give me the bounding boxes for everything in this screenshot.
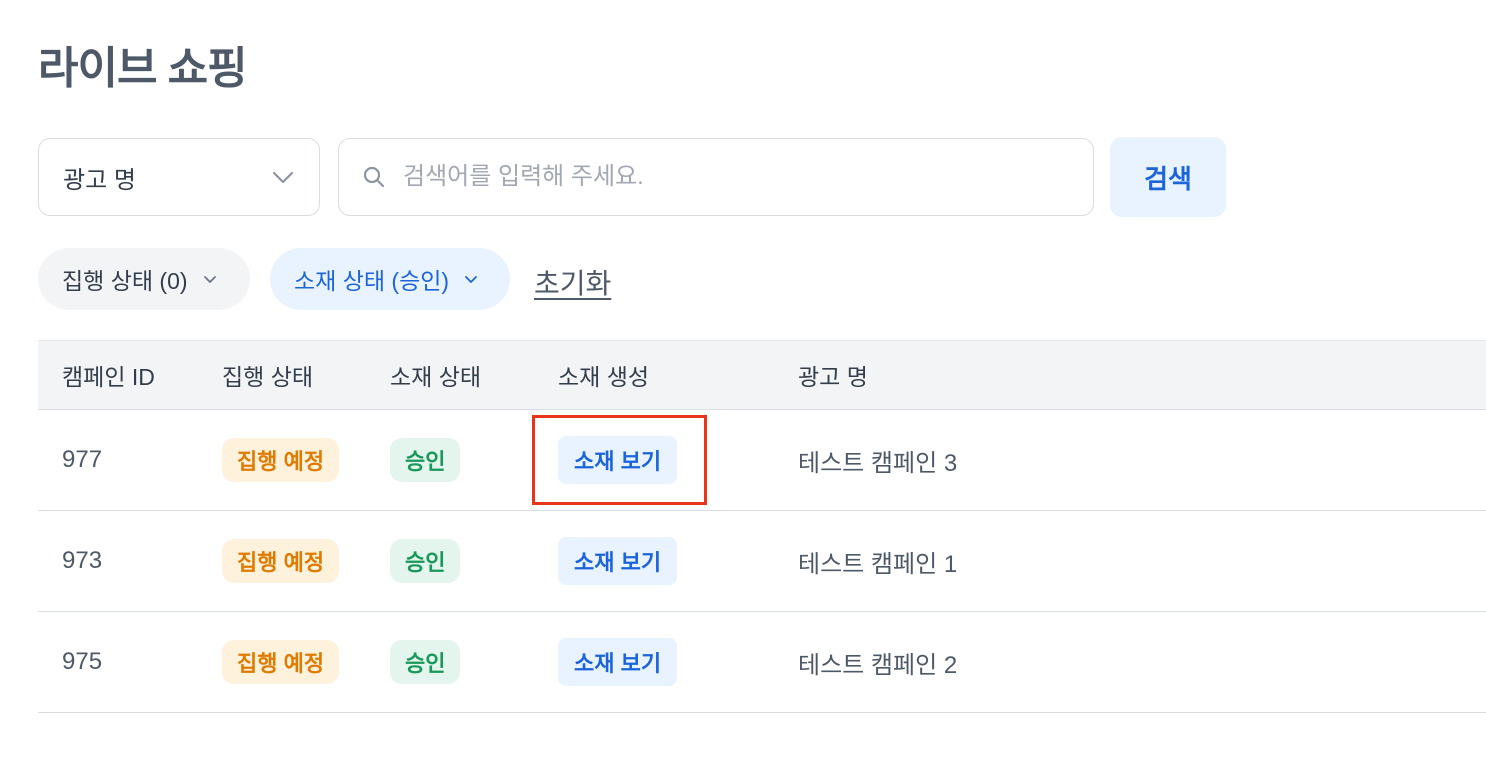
filter-chip-material-status[interactable]: 소재 상태 (승인) xyxy=(270,248,510,310)
table-header: 캠페인 ID 집행 상태 소재 상태 소재 생성 광고 명 xyxy=(38,340,1486,410)
chevron-down-icon xyxy=(465,276,477,283)
ad-name-cell: 테스트 캠페인 3 xyxy=(798,449,958,477)
column-header-material-create[interactable]: 소재 생성 xyxy=(558,341,649,409)
campaign-id-cell: 977 xyxy=(62,446,103,473)
exec-status-badge: 집행 예정 xyxy=(222,438,340,482)
table-row: 975 집행 예정 승인 소재 보기 테스트 캠페인 2 xyxy=(38,612,1486,713)
search-field-select-value: 광고 명 xyxy=(63,166,136,194)
material-status-badge: 승인 xyxy=(390,438,461,482)
view-material-button[interactable]: 소재 보기 xyxy=(558,638,678,686)
campaign-id-cell: 973 xyxy=(62,547,103,574)
filter-chip-label: 소재 상태 (승인) xyxy=(294,268,450,294)
page-title: 라이브 쇼핑 xyxy=(38,44,248,93)
column-header-campaign-id[interactable]: 캠페인 ID xyxy=(62,341,155,409)
column-header-exec-status[interactable]: 집행 상태 xyxy=(222,341,313,409)
exec-status-badge: 집행 예정 xyxy=(222,539,340,583)
view-material-button[interactable]: 소재 보기 xyxy=(558,436,678,484)
chevron-down-icon xyxy=(272,171,294,184)
reset-link[interactable]: 초기화 xyxy=(534,262,611,302)
filter-chip-exec-status[interactable]: 집행 상태 (0) xyxy=(38,248,250,310)
search-field-select[interactable]: 광고 명 xyxy=(38,138,320,216)
search-button[interactable]: 검색 xyxy=(1110,137,1226,217)
ad-name-cell: 테스트 캠페인 2 xyxy=(798,651,958,679)
view-material-button[interactable]: 소재 보기 xyxy=(558,537,678,585)
campaign-id-cell: 975 xyxy=(62,648,103,675)
table-row: 977 집행 예정 승인 소재 보기 테스트 캠페인 3 xyxy=(38,410,1486,511)
column-header-ad-name[interactable]: 광고 명 xyxy=(798,341,868,409)
search-icon xyxy=(363,166,385,188)
exec-status-badge: 집행 예정 xyxy=(222,640,340,684)
table-row: 973 집행 예정 승인 소재 보기 테스트 캠페인 1 xyxy=(38,511,1486,612)
material-status-badge: 승인 xyxy=(390,539,461,583)
search-input-box[interactable] xyxy=(338,138,1094,216)
column-header-material-status[interactable]: 소재 상태 xyxy=(390,341,481,409)
search-input[interactable] xyxy=(401,162,1045,192)
chevron-down-icon xyxy=(203,276,216,283)
campaign-table: 캠페인 ID 집행 상태 소재 상태 소재 생성 광고 명 977 집행 예정 … xyxy=(38,340,1486,713)
material-status-badge: 승인 xyxy=(390,640,461,684)
filter-chip-label: 집행 상태 (0) xyxy=(62,268,188,294)
ad-name-cell: 테스트 캠페인 1 xyxy=(798,550,958,578)
